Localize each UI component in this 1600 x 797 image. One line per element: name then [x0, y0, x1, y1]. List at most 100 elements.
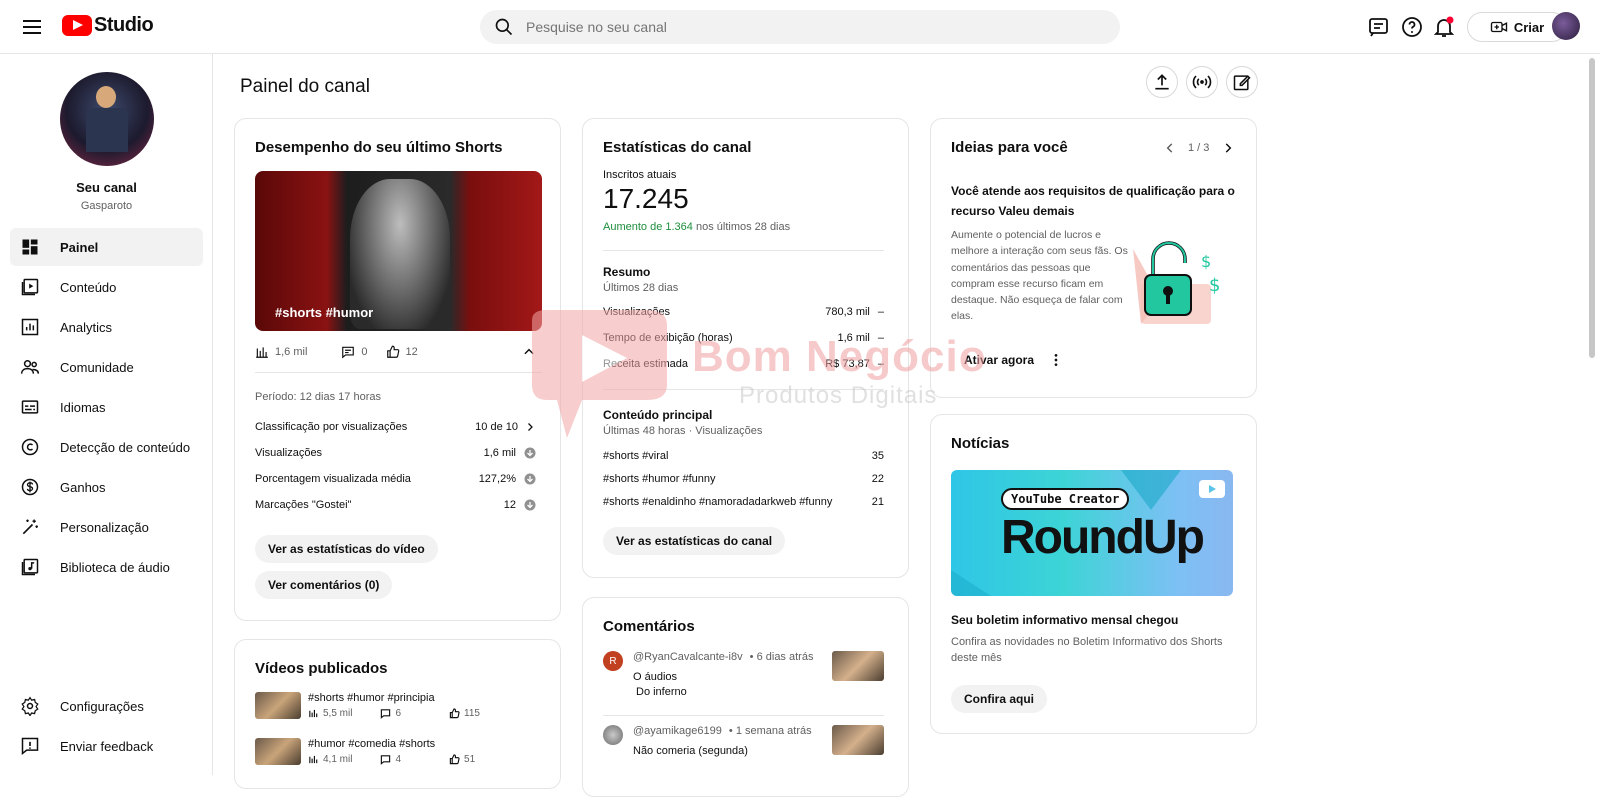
channel-name: Seu canal [76, 180, 137, 195]
sidebar-item-biblioteca-audio[interactable]: Biblioteca de áudio [10, 548, 203, 586]
sidebar-item-analytics[interactable]: Analytics [10, 308, 203, 346]
copyright-icon [21, 438, 39, 456]
card-title: Estatísticas do canal [603, 139, 752, 156]
video-thumbnail[interactable] [255, 692, 301, 719]
summary-row-revenue: Receita estimada R$ 73,87– [603, 358, 884, 370]
summary-title: Resumo [603, 265, 651, 279]
chevron-right-icon[interactable] [1221, 141, 1235, 155]
comment-author[interactable]: @ayamikage6199 [633, 725, 722, 737]
commenter-avatar[interactable]: R [603, 651, 623, 671]
create-post-button[interactable] [1226, 66, 1258, 98]
chevron-right-icon[interactable] [524, 421, 536, 433]
sidebar: Seu canal Gasparoto Painel Conteúdo Anal… [0, 54, 213, 775]
analytics-icon [309, 755, 318, 764]
comment-icon [342, 346, 355, 359]
top-content-row[interactable]: #shorts #viral 35 [603, 450, 884, 462]
studio-logo[interactable]: Studio [62, 14, 154, 37]
help-icon[interactable] [1400, 15, 1424, 39]
channel-handle: Gasparoto [80, 200, 133, 212]
content-icon [21, 278, 39, 296]
check-news-button[interactable]: Confira aqui [951, 685, 1048, 713]
summary-period: Últimos 28 dias [603, 282, 679, 294]
sidebar-item-idiomas[interactable]: Idiomas [10, 388, 203, 426]
video-title[interactable]: #humor #comedia #shorts [308, 738, 503, 750]
top-content-row[interactable]: #shorts #enaldinho #namoradadarkweb #fun… [603, 496, 884, 508]
video-item[interactable]: #humor #comedia #shorts 4,1 mil 4 51 [255, 738, 503, 765]
top-bar: Studio Criar [0, 0, 1600, 54]
top-content-row[interactable]: #shorts #humor #funny 22 [603, 473, 884, 485]
page-title: Painel do canal [240, 76, 370, 97]
sidebar-item-comunidade[interactable]: Comunidade [10, 348, 203, 386]
news-body: Confira as novidades no Boletim Informat… [951, 636, 1223, 664]
idea-heading: Você atende aos requisitos de qualificaç… [951, 184, 1235, 218]
more-vert-icon[interactable] [1048, 352, 1064, 368]
divider [603, 715, 884, 716]
arrow-down-circle-icon [524, 447, 536, 459]
video-stats-button[interactable]: Ver as estatísticas do vídeo [255, 535, 438, 563]
comment-item[interactable]: R @RyanCavalcante-i8v • 6 dias atrás O á… [603, 651, 884, 698]
news-banner[interactable]: YouTube Creator RoundUp [951, 470, 1233, 596]
period-label: Período: 12 dias 17 horas [255, 391, 381, 403]
comment-item[interactable]: @ayamikage6199 • 1 semana atrás Não come… [603, 725, 884, 757]
ideas-card: Ideias para você 1 / 3 Você atende aos r… [930, 118, 1257, 398]
go-live-button[interactable] [1186, 66, 1218, 98]
lock-illustration-icon: $ $ [1133, 241, 1220, 324]
sidebar-item-painel[interactable]: Painel [10, 228, 203, 266]
news-card: Notícias YouTube Creator RoundUp Seu bol… [930, 414, 1257, 734]
notes-icon[interactable] [1367, 15, 1391, 39]
activate-now-button[interactable]: Ativar agora [951, 346, 1047, 374]
analytics-icon [256, 347, 268, 358]
view-comments-button[interactable]: Ver comentários (0) [255, 571, 393, 599]
chevron-up-icon[interactable] [522, 345, 536, 359]
upload-icon [1155, 74, 1169, 90]
menu-icon[interactable] [20, 15, 44, 39]
channel-avatar[interactable] [60, 72, 154, 166]
card-title: Notícias [951, 435, 1010, 452]
comment-text: Do inferno [636, 686, 687, 698]
sidebar-item-deteccao[interactable]: Detecção de conteúdo [10, 428, 203, 466]
search-bar[interactable] [480, 10, 1120, 44]
views-count: 1,6 mil [275, 346, 308, 358]
divider [603, 250, 884, 251]
shorts-thumbnail[interactable]: #shorts #humor [255, 171, 542, 331]
video-thumbnail[interactable] [255, 738, 301, 765]
sidebar-item-feedback[interactable]: Enviar feedback [10, 727, 203, 765]
comments-count: 0 [361, 346, 368, 358]
comment-icon [381, 709, 391, 719]
magic-wand-icon [22, 519, 38, 535]
comments-card: Comentários R @RyanCavalcante-i8v • 6 di… [582, 597, 909, 797]
sidebar-item-personalizacao[interactable]: Personalização [10, 508, 203, 546]
sidebar-item-configuracoes[interactable]: Configurações [10, 687, 203, 725]
youtube-logo-icon [62, 15, 92, 36]
card-title: Desempenho do seu último Shorts [255, 139, 503, 156]
channel-stats-button[interactable]: Ver as estatísticas do canal [603, 527, 786, 555]
like-icon [449, 754, 460, 765]
account-avatar[interactable] [1552, 12, 1580, 40]
summary-row-views: Visualizações 780,3 mil – [603, 306, 884, 318]
arrow-down-circle-icon [524, 499, 536, 511]
analytics-icon [21, 318, 39, 336]
commenter-avatar[interactable] [603, 725, 623, 745]
comment-author[interactable]: @RyanCavalcante-i8v [633, 651, 743, 663]
top-content-title: Conteúdo principal [603, 408, 713, 422]
sidebar-item-ganhos[interactable]: Ganhos [10, 468, 203, 506]
chevron-left-icon[interactable] [1163, 141, 1177, 155]
notifications-icon[interactable] [1432, 15, 1456, 39]
upload-button[interactable] [1146, 66, 1178, 98]
likes-count: 12 [405, 346, 418, 358]
comment-icon [381, 755, 391, 765]
video-item[interactable]: #shorts #humor #principia 5,5 mil 6 115 [255, 692, 508, 719]
stat-row-avg-viewed: Porcentagem visualizada média 127,2% [255, 473, 536, 485]
video-thumbnail[interactable] [832, 725, 884, 755]
summary-row-watch-time: Tempo de exibição (horas) 1,6 mil – [603, 332, 884, 344]
video-thumbnail[interactable] [832, 651, 884, 681]
thumbnail-caption: #shorts #humor [275, 305, 374, 320]
dashboard-icon [22, 239, 38, 255]
latest-shorts-card: Desempenho do seu último Shorts #shorts … [234, 118, 561, 621]
community-icon [20, 360, 40, 374]
video-title[interactable]: #shorts #humor #principia [308, 692, 508, 704]
scrollbar[interactable] [1589, 58, 1595, 358]
sidebar-item-conteudo[interactable]: Conteúdo [10, 268, 203, 306]
edit-icon [1233, 75, 1251, 91]
search-input[interactable] [526, 19, 1086, 35]
